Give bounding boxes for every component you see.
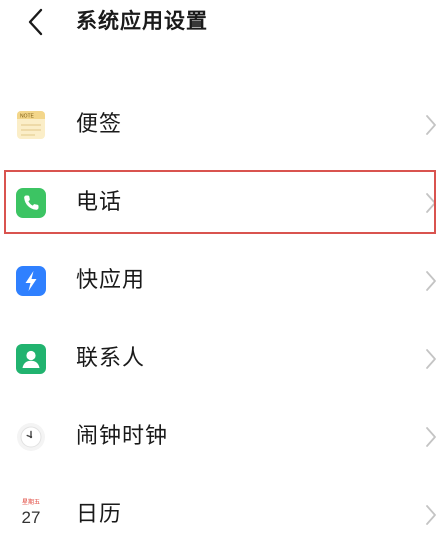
notes-icon: NOTE: [14, 108, 48, 142]
settings-app-list: NOTE 便签 电话 快应用 联系人 闹钟时钟 星期五 27 日历: [0, 86, 440, 554]
back-button[interactable]: [18, 4, 54, 40]
chevron-left-icon: [28, 8, 43, 36]
calendar-icon: 星期五 27: [14, 498, 48, 532]
list-item-label: 电话: [76, 190, 123, 215]
list-item-calendar[interactable]: 星期五 27 日历: [0, 476, 440, 554]
chevron-right-icon: [426, 271, 436, 291]
lightning-icon: [14, 264, 48, 298]
list-item-contacts[interactable]: 联系人: [0, 320, 440, 398]
header-bar: 系统应用设置: [0, 0, 440, 44]
list-item-label: 联系人: [76, 346, 146, 371]
chevron-right-icon: [426, 427, 436, 447]
calendar-icon-weekday: 星期五: [21, 500, 40, 506]
clock-icon: [14, 420, 48, 454]
page-title: 系统应用设置: [76, 9, 208, 33]
list-item-label: 快应用: [76, 268, 146, 293]
chevron-right-icon: [426, 505, 436, 525]
list-item-clock[interactable]: 闹钟时钟: [0, 398, 440, 476]
list-item-label: 日历: [76, 502, 123, 527]
calendar-icon-day: 27: [21, 508, 41, 527]
phone-icon: [14, 186, 48, 220]
chevron-right-icon: [426, 193, 436, 213]
list-item-quickapp[interactable]: 快应用: [0, 242, 440, 320]
chevron-right-icon: [426, 115, 436, 135]
notes-icon-text: NOTE: [20, 114, 35, 120]
list-item-phone[interactable]: 电话: [0, 164, 440, 242]
list-item-label: 闹钟时钟: [76, 424, 169, 449]
list-item-label: 便签: [76, 112, 123, 137]
list-item-notes[interactable]: NOTE 便签: [0, 86, 440, 164]
contact-person-icon: [14, 342, 48, 376]
chevron-right-icon: [426, 349, 436, 369]
